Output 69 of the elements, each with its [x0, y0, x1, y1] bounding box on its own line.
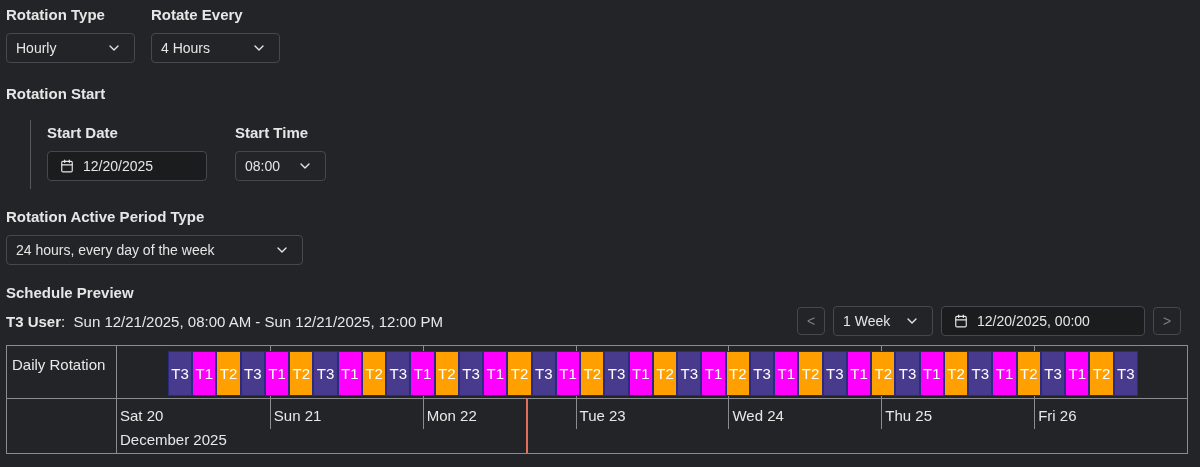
shift-block: T1: [483, 351, 508, 396]
day-label: Sat 20: [119, 406, 165, 424]
shift-block: T1: [1065, 351, 1090, 396]
rotate-every-select[interactable]: 4 Hours: [151, 33, 280, 63]
day-label: Mon 22: [425, 406, 478, 424]
shift-block: T1: [192, 351, 217, 396]
shift-block: T1: [628, 351, 653, 396]
shift-block: T1: [701, 351, 726, 396]
range-select[interactable]: 1 Week: [833, 306, 933, 336]
current-time-line: [525, 398, 528, 453]
shift-block: T2: [580, 351, 605, 396]
shift-block: T3: [458, 351, 484, 396]
shift-block: T3: [968, 351, 993, 396]
shift-block: T2: [798, 351, 823, 396]
shift-block: T3: [240, 351, 265, 396]
shift-block: T1: [555, 351, 581, 396]
date-time-field[interactable]: 12/20/2025, 00:00: [941, 306, 1145, 336]
shift-block: T2: [652, 351, 678, 396]
shift-block: T1: [410, 351, 435, 396]
shift-block: T3: [531, 351, 556, 396]
day-label: Sun 21: [272, 406, 323, 424]
shift-block: T1: [264, 351, 290, 396]
day-label: Wed 24: [731, 406, 785, 424]
shift-block: T3: [895, 351, 920, 396]
shift-block: T2: [943, 351, 969, 396]
rotation-type-select[interactable]: Hourly: [6, 33, 135, 63]
shift-block: T2: [1089, 351, 1114, 396]
shift-block: T1: [337, 351, 362, 396]
field-label: Start Date: [47, 124, 119, 142]
day-label: Tue 23: [578, 406, 627, 424]
row-label: Daily Rotation: [11, 355, 107, 375]
shift-block: T3: [1113, 351, 1138, 396]
shift-block: T3: [167, 351, 193, 396]
field-label: Rotation Active Period Type: [6, 208, 206, 226]
shift-block: T2: [507, 351, 532, 396]
shift-block: T2: [289, 351, 314, 396]
shift-block: T3: [822, 351, 847, 396]
next-button[interactable]: >: [1153, 307, 1181, 335]
section-label: Rotation Start: [6, 85, 107, 103]
shift-block: T1: [992, 351, 1017, 396]
previous-button[interactable]: <: [797, 307, 825, 335]
section-label: Schedule Preview: [6, 284, 135, 302]
field-label: Rotation Type: [6, 6, 106, 24]
shift-block: T2: [434, 351, 459, 396]
shift-block: T1: [846, 351, 872, 396]
shift-block: T3: [313, 351, 338, 396]
month-label: December 2025: [119, 430, 228, 450]
shift-block: T2: [216, 351, 241, 396]
shift-block: T1: [774, 351, 799, 396]
shift-summary: T3 User: Sun 12/21/2025, 08:00 AM - Sun 12/21/2025, 12:00 PM: [6, 312, 443, 330]
day-label: Thu 25: [884, 406, 933, 424]
field-label: Start Time: [235, 124, 310, 142]
day-label: Fri 26: [1037, 406, 1078, 424]
shift-block: T1: [919, 351, 944, 396]
active-period-select[interactable]: 24 hours, every day of the week: [6, 235, 303, 265]
field-label: Rotate Every: [151, 6, 244, 24]
calendar-icon: [60, 159, 74, 173]
shift-block: T3: [1040, 351, 1066, 396]
calendar-icon: [954, 314, 968, 328]
shift-block: T3: [386, 351, 411, 396]
shift-block: T2: [361, 351, 387, 396]
shift-block: T3: [677, 351, 702, 396]
shift-block: T3: [604, 351, 629, 396]
start-date-field[interactable]: 12/20/2025: [47, 151, 207, 181]
shift-block: T2: [871, 351, 896, 396]
shift-block: T3: [749, 351, 775, 396]
shift-block: T2: [1016, 351, 1041, 396]
shift-block: T2: [725, 351, 750, 396]
start-time-select[interactable]: 08:00: [235, 151, 326, 181]
